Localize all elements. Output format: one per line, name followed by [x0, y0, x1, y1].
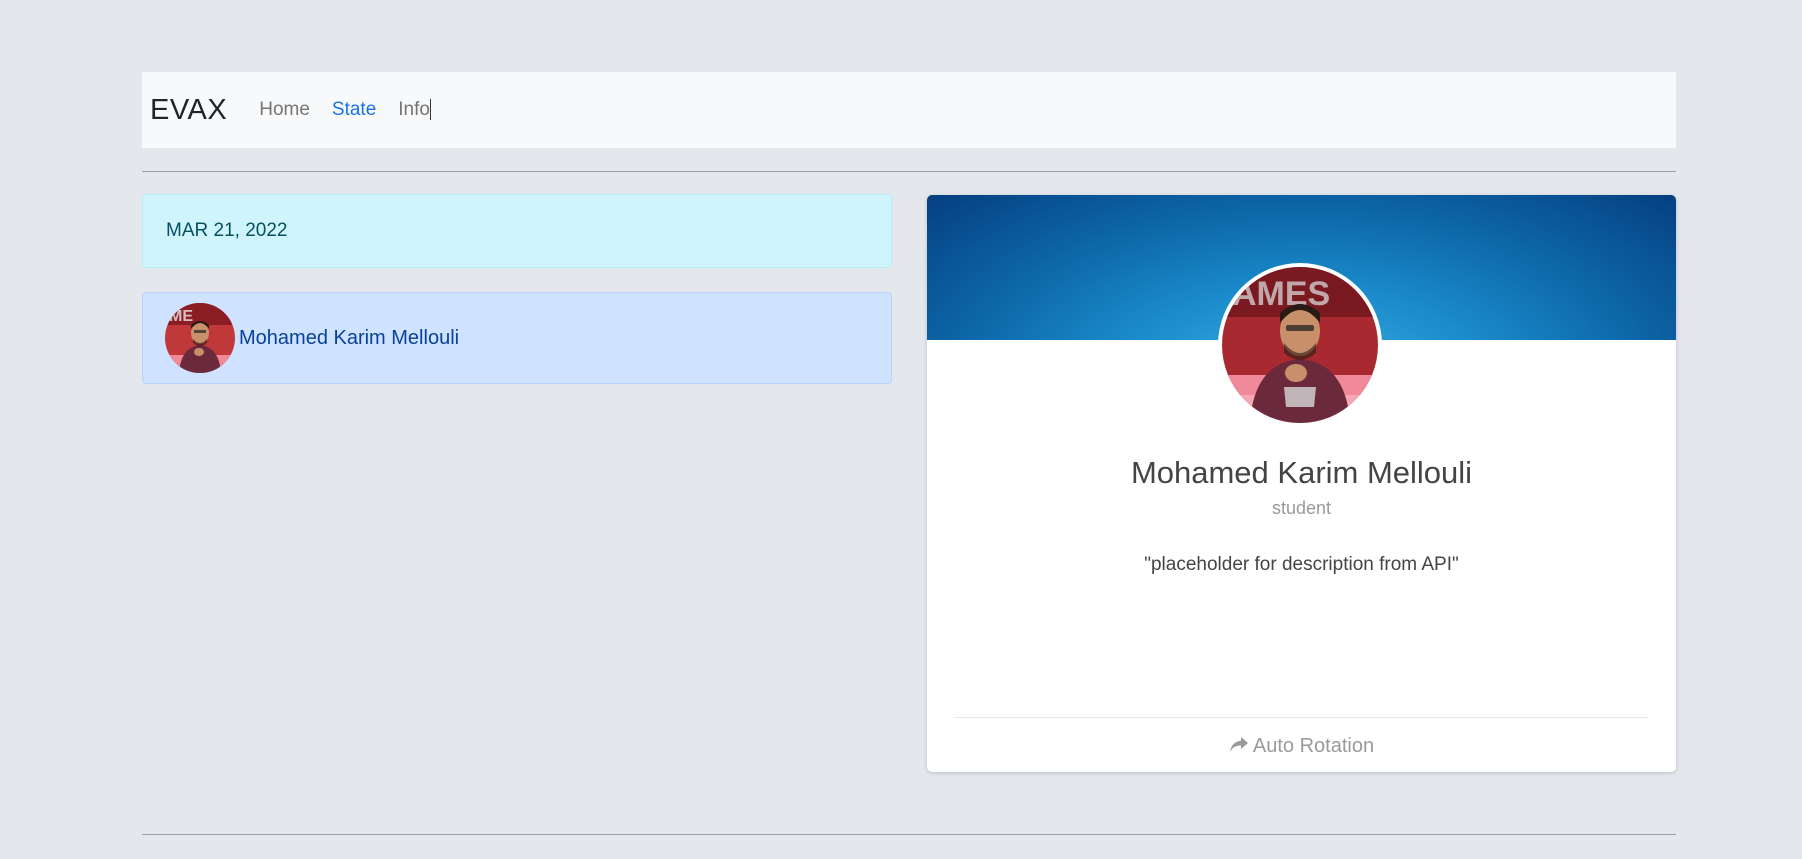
user-list-item[interactable]: ME Mohamed Karim Mellouli [142, 292, 892, 384]
profile-name: Mohamed Karim Mellouli [1130, 455, 1473, 490]
auto-rotation-button[interactable]: Auto Rotation [927, 735, 1676, 760]
card-divider [954, 717, 1648, 718]
profile-description: "placeholder for description from API" [1144, 554, 1459, 575]
nav-link-info[interactable]: Info [398, 99, 431, 121]
svg-text:AMES: AMES [1232, 275, 1330, 313]
nav-link-info-label: Info [398, 99, 430, 120]
nav-link-home[interactable]: Home [259, 99, 310, 121]
avatar: ME [165, 303, 235, 373]
profile-role: student [1271, 498, 1332, 518]
navbar: EVAX Home State Info [142, 72, 1676, 148]
text-cursor [429, 99, 431, 121]
auto-rotation-label: Auto Rotation [1252, 735, 1375, 757]
brand-logo[interactable]: EVAX [150, 94, 227, 127]
profile-card: AMES Mohamed Karim Mellouli student "pla… [927, 195, 1676, 772]
date-banner: MAR 21, 2022 [142, 194, 892, 268]
share-arrow-icon [1229, 736, 1249, 760]
date-text: MAR 21, 2022 [166, 220, 288, 241]
svg-text:ME: ME [169, 308, 193, 325]
nav-link-state[interactable]: State [332, 99, 376, 121]
divider-bottom [142, 834, 1676, 835]
profile-avatar: AMES [1218, 263, 1382, 427]
user-name: Mohamed Karim Mellouli [239, 326, 460, 349]
divider-top [142, 171, 1676, 172]
